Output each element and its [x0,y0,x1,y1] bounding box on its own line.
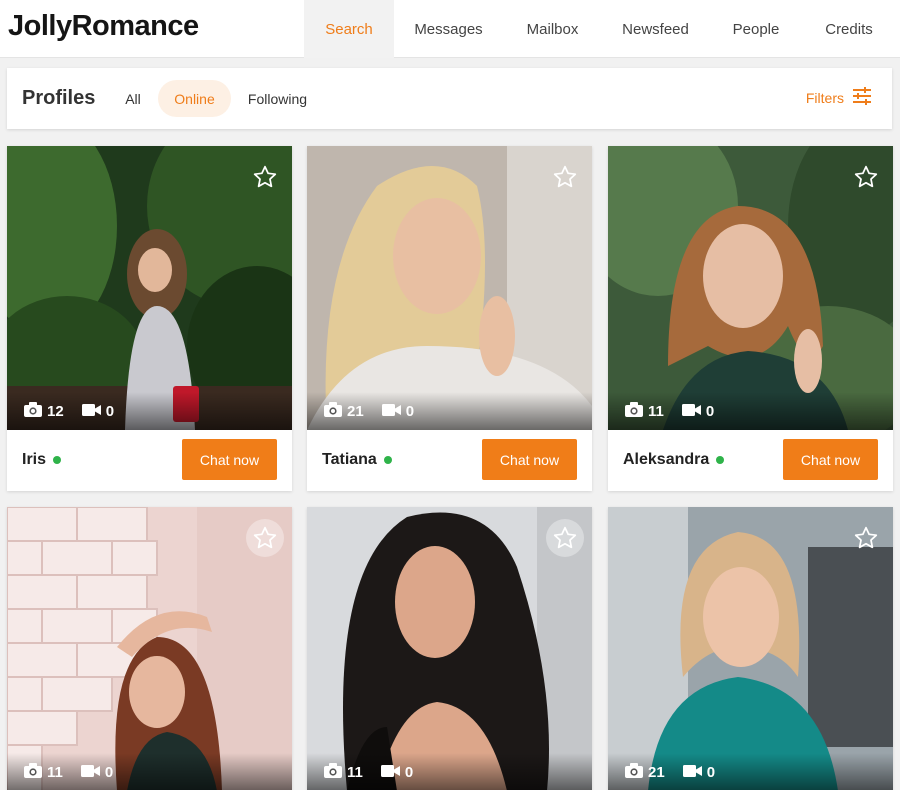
video-count: 0 [380,764,413,781]
card-footer: Aleksandra Chat now [608,430,893,491]
card-footer: Tatiana Chat now [307,430,592,491]
profile-card[interactable]: 11 0 [307,507,592,790]
filter-following[interactable]: Following [239,80,316,117]
favorite-star-icon[interactable] [246,158,284,196]
nav-messages[interactable]: Messages [394,0,503,58]
camera-icon [324,401,342,421]
video-camera-icon [681,403,701,420]
photo-count: 11 [24,762,63,782]
video-camera-icon [80,764,100,781]
logo[interactable]: JollyRomance [8,10,199,43]
profile-photo[interactable]: 11 0 [7,507,292,790]
favorite-star-icon[interactable] [546,158,584,196]
profile-photo[interactable]: 21 0 [608,507,893,790]
filters-button[interactable]: Filters [806,87,872,108]
favorite-star-icon[interactable] [246,519,284,557]
media-stats: 11 0 [307,753,592,790]
chat-now-button[interactable]: Chat now [482,439,577,480]
profile-name[interactable]: Iris [22,451,62,469]
sliders-icon [852,87,872,108]
photo-count: 12 [24,401,64,421]
favorite-star-icon[interactable] [847,158,885,196]
photo-count: 21 [324,401,364,421]
chat-now-button[interactable]: Chat now [182,439,277,480]
profile-photo[interactable]: 21 0 [307,146,592,430]
favorite-star-icon[interactable] [847,519,885,557]
profile-photo[interactable]: 11 0 [608,146,893,430]
photo-count: 21 [625,762,665,782]
filters-label: Filters [805,89,844,106]
chat-now-button[interactable]: Chat now [783,439,878,480]
page-title: Profiles [22,87,96,109]
profile-card[interactable]: 12 0 Iris Chat now [7,146,292,491]
main-nav: Search Messages Mailbox Newsfeed People … [304,0,895,58]
video-camera-icon [682,764,702,781]
filter-all[interactable]: All [115,80,151,117]
nav-people[interactable]: People [709,0,803,58]
video-count: 0 [682,764,715,781]
favorite-star-icon[interactable] [546,519,584,557]
profile-card[interactable]: 11 0 Aleksandra Chat now [608,146,893,491]
camera-icon [24,762,42,782]
profile-photo[interactable]: 12 0 [7,146,292,430]
media-stats: 21 0 [608,753,893,790]
profile-card[interactable]: 21 0 [608,507,893,790]
media-stats: 21 0 [307,392,592,430]
top-bar: JollyRomance Search Messages Mailbox New… [0,0,900,58]
card-footer: Iris Chat now [7,430,292,491]
nav-search[interactable]: Search [304,0,394,58]
online-indicator [53,456,62,464]
photo-count: 11 [625,401,664,421]
camera-icon [24,401,42,421]
nav-newsfeed[interactable]: Newsfeed [602,0,709,58]
camera-icon [625,762,643,782]
media-stats: 11 0 [608,392,893,430]
video-camera-icon [81,403,101,420]
online-indicator [383,456,392,464]
nav-credits[interactable]: Credits [803,0,895,58]
nav-mailbox[interactable]: Mailbox [503,0,602,58]
video-count: 0 [80,764,113,781]
camera-icon [625,401,643,421]
profile-card[interactable]: 11 0 [7,507,292,790]
photo-count: 11 [324,762,363,782]
profiles-bar: Profiles All Online Following Filters [7,68,892,129]
video-count: 0 [681,403,714,420]
video-camera-icon [381,403,401,420]
profile-name[interactable]: Tatiana [322,451,392,469]
video-count: 0 [381,403,414,420]
media-stats: 11 0 [7,753,292,790]
profile-name[interactable]: Aleksandra [623,451,725,469]
filter-online[interactable]: Online [158,80,231,117]
profile-photo[interactable]: 11 0 [307,507,592,790]
video-camera-icon [380,764,400,781]
media-stats: 12 0 [7,392,292,430]
profile-card[interactable]: 21 0 Tatiana Chat now [307,146,592,491]
camera-icon [324,762,342,782]
video-count: 0 [81,403,114,420]
online-indicator [716,456,725,464]
